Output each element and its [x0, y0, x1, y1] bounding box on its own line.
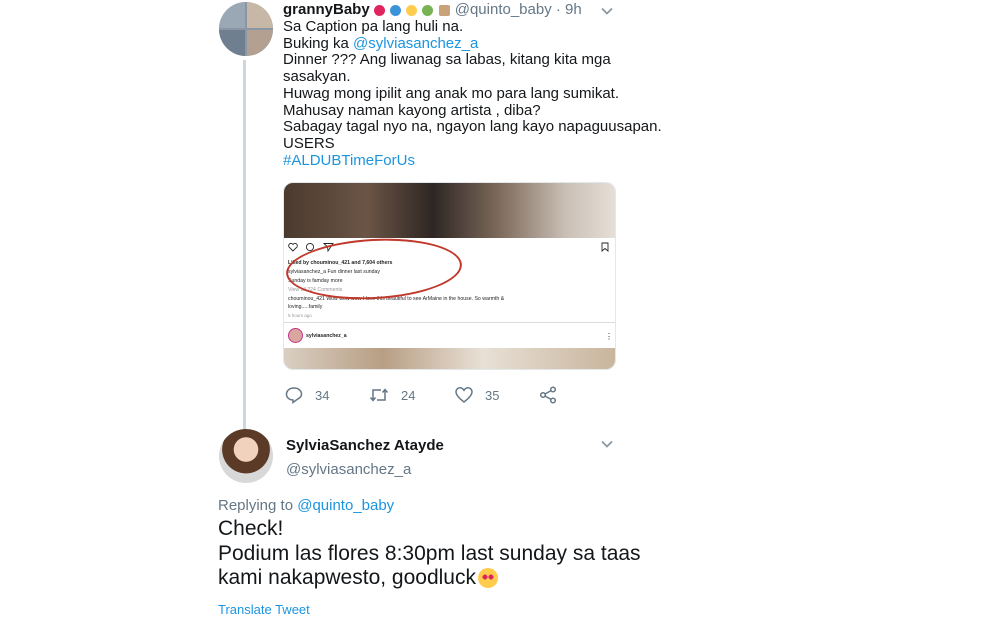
retweet-icon[interactable]: [369, 386, 389, 404]
blue-heart-icon: [390, 4, 402, 16]
grannybaby-avatar[interactable]: [219, 2, 273, 56]
tweet1-line: sasakyan.: [283, 68, 351, 86]
reply-action[interactable]: 34: [285, 386, 329, 404]
ig-comment-line2: loving.....family: [288, 304, 323, 310]
tweet1-line: Dinner ??? Ang liwanag sa labas, kitang …: [283, 51, 611, 69]
praying-hands-icon: [438, 4, 450, 16]
replying-prefix: Replying to: [218, 497, 298, 514]
tongue-emoji-icon: [373, 4, 385, 16]
thread-connector-line: [243, 60, 246, 430]
tweet2-line: Check!: [218, 517, 284, 540]
tweet2-line-text: kami nakapwesto, goodluck: [218, 566, 476, 589]
tweet1-header: grannyBaby @quinto_baby · 9h: [283, 1, 582, 18]
sylviasanchez-avatar[interactable]: [219, 429, 273, 483]
tweet1-display-name[interactable]: grannyBaby: [283, 1, 370, 18]
tweet1-attached-image[interactable]: Liked by chouminou_421 and 7,604 others …: [283, 182, 616, 370]
tweet1-line: USERS: [283, 134, 335, 152]
emoji-icons: [373, 1, 455, 18]
dinner-photo-top: [284, 183, 615, 238]
translate-tweet-link[interactable]: Translate Tweet: [218, 602, 310, 617]
tweet1-more-chevron-icon[interactable]: [601, 5, 613, 17]
tweet1-action-bar: 34 24 35: [285, 386, 585, 406]
ig-profile-avatar: [288, 328, 303, 343]
ig-profile-handle: sylviasanchez_a: [306, 333, 347, 339]
ig-bookmark-icon: [601, 242, 609, 252]
tweet1-line: Sa Caption pa lang huli na.: [283, 18, 464, 35]
tweet2-body: Check! Podium las flores 8:30pm last sun…: [218, 517, 641, 591]
tweet2-more-chevron-icon[interactable]: [601, 438, 613, 450]
green-heart-icon: [422, 4, 434, 16]
reply-icon[interactable]: [285, 386, 303, 404]
tweet1-separator: ·: [555, 1, 561, 18]
retweet-count: 24: [401, 387, 416, 403]
tweet2-line: Podium las flores 8:30pm last sunday sa …: [218, 541, 641, 565]
tweet1-time[interactable]: 9h: [565, 1, 582, 18]
retweet-action[interactable]: 24: [369, 386, 415, 404]
like-count: 35: [485, 387, 500, 403]
ig-more-icon: ⋮: [605, 332, 613, 341]
tweet1-hashtag-link[interactable]: #ALDUBTimeForUs: [283, 152, 603, 170]
heart-eyes-emoji-icon: [477, 568, 498, 589]
tweet1-body: Sa Caption pa lang huli na. Buking ka @s…: [283, 18, 662, 170]
tweet2-line: kami nakapwesto, goodluck: [218, 566, 638, 591]
ig-time-ago: 5 hours ago: [288, 313, 312, 318]
yellow-heart-icon: [406, 4, 418, 16]
replying-to-link[interactable]: @quinto_baby: [297, 497, 394, 514]
tweet1-handle[interactable]: @quinto_baby: [455, 1, 552, 18]
reply-count: 34: [315, 387, 330, 403]
tweet1-line: Sabagay tagal nyo na, ngayon lang kayo n…: [283, 118, 662, 136]
tweet2-handle[interactable]: @sylviasanchez_a: [286, 461, 411, 478]
tweet1-line: Mahusay naman kayong artista , diba?: [283, 101, 541, 119]
ig-next-photo: [284, 348, 615, 369]
ig-divider: [284, 322, 615, 323]
like-action[interactable]: 35: [455, 386, 499, 404]
tweet2-display-name[interactable]: SylviaSanchez Atayde: [286, 437, 444, 454]
tweet1-mention-link[interactable]: @sylviasanchez_a: [353, 35, 478, 52]
tweet1-line: Buking ka @sylviasanchez_a: [283, 34, 603, 53]
share-action[interactable]: [539, 386, 557, 404]
replying-to: Replying to @quinto_baby: [218, 497, 394, 514]
tweet1-line: Huwag mong ipilit ang anak mo para lang …: [283, 84, 620, 102]
tweet1-line-text: Buking ka: [283, 34, 354, 52]
share-icon[interactable]: [539, 386, 557, 404]
heart-icon[interactable]: [455, 386, 473, 404]
